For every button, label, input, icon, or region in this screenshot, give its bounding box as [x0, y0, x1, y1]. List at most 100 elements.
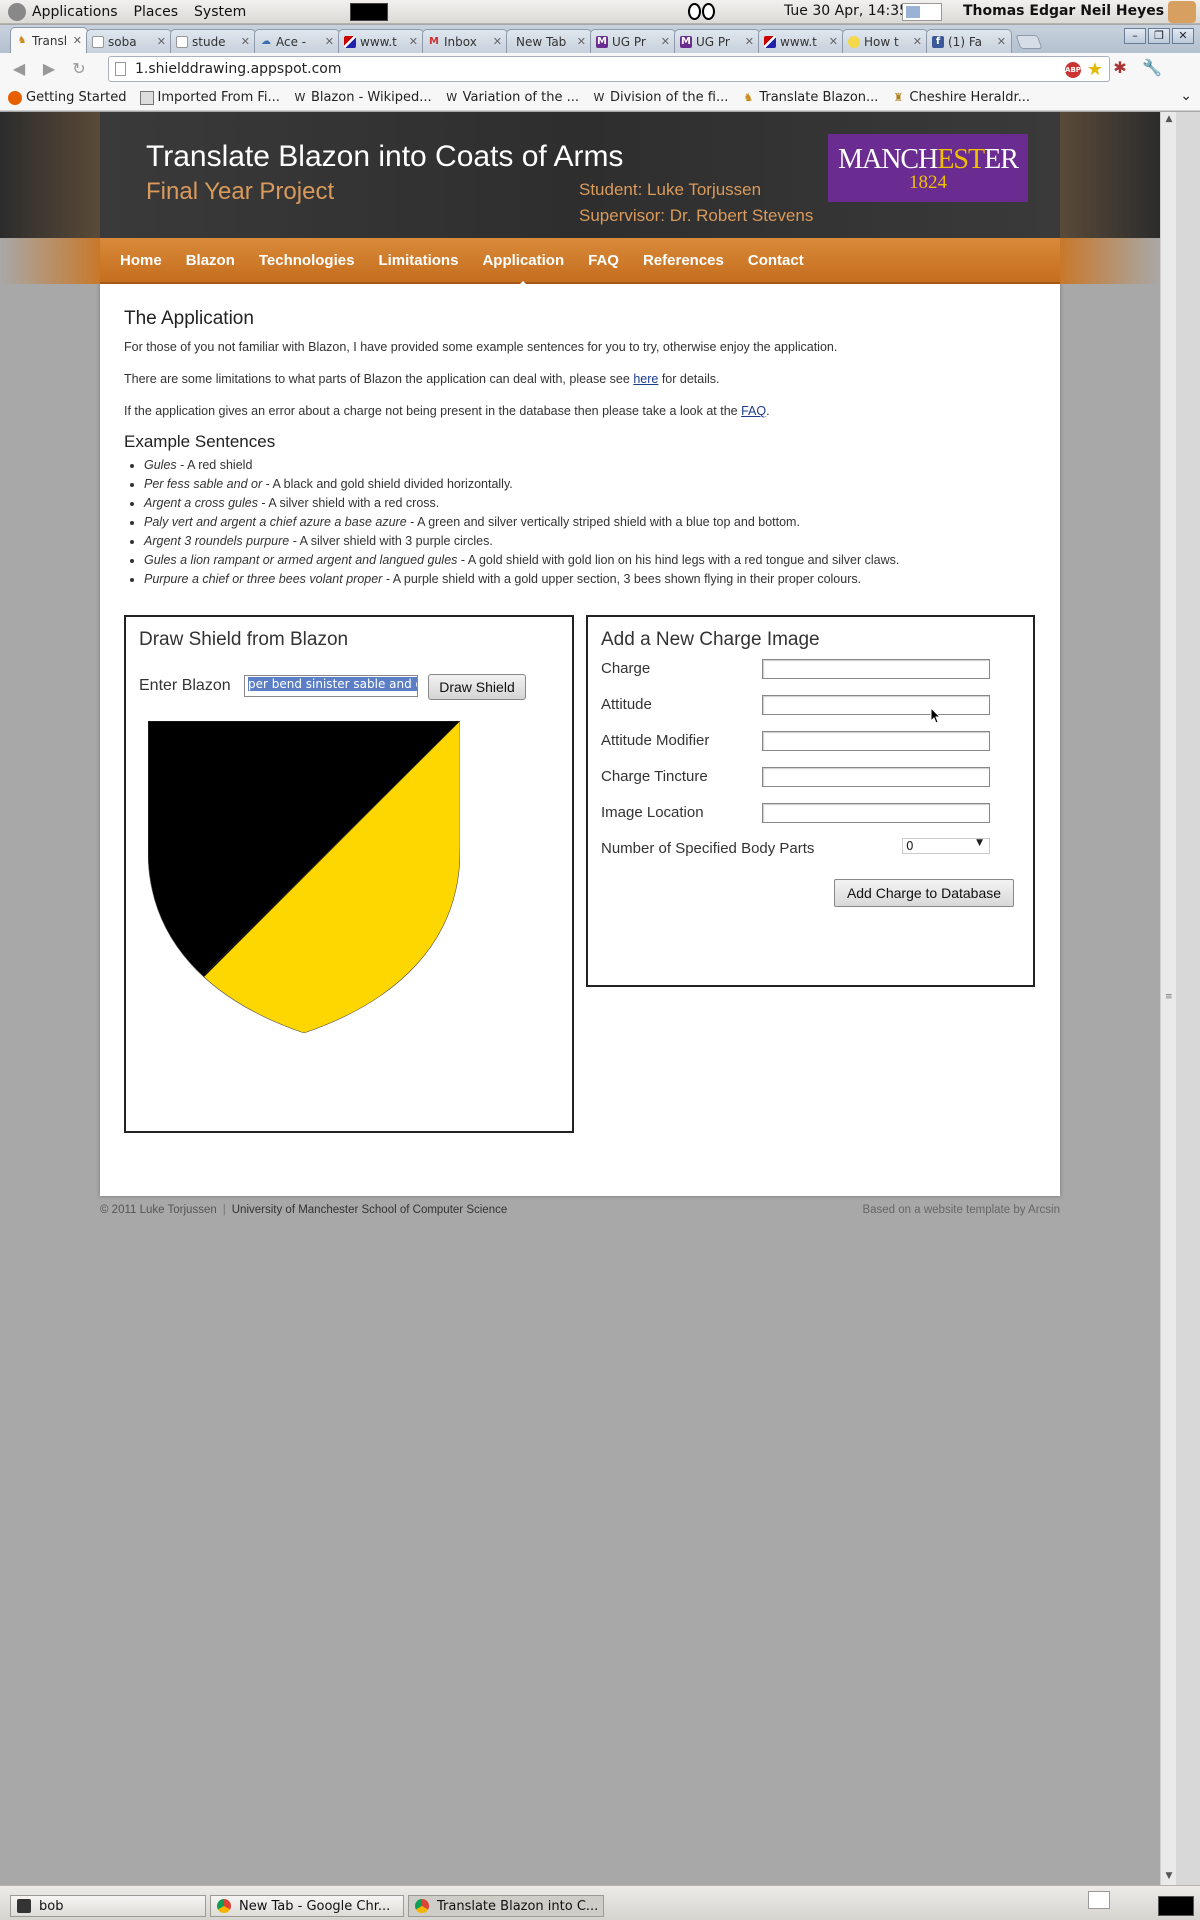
scroll-grip-icon[interactable]: ≡	[1165, 992, 1173, 1002]
trash-icon[interactable]	[1088, 1891, 1110, 1909]
bookmark-variation[interactable]: W Variation of the ...	[445, 90, 579, 105]
nav-blazon[interactable]: Blazon	[186, 252, 235, 269]
image-location-label: Image Location	[601, 804, 704, 821]
workspace-switcher-icon[interactable]	[902, 3, 942, 21]
page-title: The Application	[124, 308, 254, 329]
taskbar-item-translate-blazon[interactable]: Translate Blazon into C...	[408, 1895, 604, 1917]
reload-icon[interactable]: ↻	[68, 58, 90, 80]
close-icon[interactable]: ✕	[325, 35, 334, 48]
vertical-scrollbar[interactable]: ▲ ≡ ▼	[1160, 112, 1176, 1885]
university-link[interactable]: University of Manchester School of Compu…	[232, 1204, 507, 1216]
attitude-field[interactable]	[762, 695, 990, 715]
charge-field[interactable]	[762, 659, 990, 679]
bookmark-division[interactable]: W Division of the fi...	[592, 90, 729, 105]
menu-places[interactable]: Places	[134, 4, 179, 20]
header-glow-left	[0, 112, 100, 238]
user-avatar-icon[interactable]	[1168, 1, 1196, 23]
university-logo: MANCHESTER 1824	[828, 134, 1028, 202]
menu-system[interactable]: System	[194, 4, 246, 20]
bookmark-getting-started[interactable]: Getting Started	[8, 90, 127, 105]
nav-faq[interactable]: FAQ	[588, 252, 619, 269]
charge-tincture-field[interactable]	[762, 767, 990, 787]
tab-ug-pr-2[interactable]: M UG Pr ✕	[674, 29, 760, 53]
close-icon[interactable]: ✕	[73, 34, 82, 47]
nav-contact[interactable]: Contact	[748, 252, 804, 269]
address-bar[interactable]: 1.shielddrawing.appspot.com ABP ★	[108, 56, 1110, 82]
taskbar-item-terminal[interactable]: bob	[10, 1895, 206, 1917]
menu-applications[interactable]: Applications	[32, 4, 118, 20]
bookmarks-overflow-chevron-icon[interactable]: ⌄	[1180, 88, 1192, 104]
maximize-icon[interactable]: ❐	[1148, 28, 1170, 44]
nav-home[interactable]: Home	[120, 252, 162, 269]
close-icon[interactable]: ✕	[241, 35, 250, 48]
dropdown-arrow-icon: ▼	[976, 838, 983, 848]
scroll-down-arrow-icon[interactable]: ▼	[1163, 1871, 1175, 1883]
adblock-icon[interactable]: ABP	[1065, 62, 1081, 78]
tab-www-1[interactable]: www.t ✕	[338, 29, 424, 53]
user-menu[interactable]: Thomas Edgar Neil Heyes	[963, 3, 1164, 19]
close-icon[interactable]: ✕	[829, 35, 838, 48]
close-icon[interactable]: ✕	[745, 35, 754, 48]
tab-new-tab[interactable]: New Tab ✕	[506, 29, 592, 53]
show-desktop-icon[interactable]	[1158, 1896, 1194, 1916]
tab-stude[interactable]: stude ✕	[170, 29, 256, 53]
template-credit[interactable]: Based on a website template by Arcsin	[862, 1204, 1060, 1216]
bookmark-imported[interactable]: Imported From Fi...	[139, 90, 280, 105]
bookmark-blazon-wiki[interactable]: W Blazon - Wikiped...	[293, 90, 431, 105]
url-text: 1.shielddrawing.appspot.com	[135, 61, 342, 77]
close-icon[interactable]: ✕	[577, 35, 586, 48]
faq-link[interactable]: FAQ	[741, 404, 766, 418]
footer-left: © 2011 Luke Torjussen | University of Manc…	[100, 1204, 507, 1216]
draw-shield-button[interactable]: Draw Shield	[428, 674, 526, 700]
scroll-up-arrow-icon[interactable]: ▲	[1163, 114, 1175, 126]
wikipedia-icon: W	[446, 90, 458, 104]
tab-facebook[interactable]: f (1) Fa ✕	[926, 29, 1012, 53]
cloud-favicon-icon: ☁	[261, 35, 271, 47]
main-nav: Home Blazon Technologies Limitations App…	[0, 238, 1160, 287]
extension-icon[interactable]: ✱	[1110, 58, 1130, 78]
blazon-input[interactable]: per bend sinister sable and o	[244, 675, 418, 697]
minimize-icon[interactable]: –	[1124, 28, 1146, 44]
clock[interactable]: Tue 30 Apr, 14:35	[784, 3, 908, 19]
window-border	[1176, 112, 1200, 1885]
limitations-link[interactable]: here	[633, 372, 658, 386]
add-charge-button[interactable]: Add Charge to Database	[834, 879, 1014, 907]
tab-ug-pr-1[interactable]: M UG Pr ✕	[590, 29, 676, 53]
bookmark-translate-blazon[interactable]: ♞ Translate Blazon...	[741, 90, 878, 105]
navigation-toolbar: ◀ ▶ ↻ 1.shielddrawing.appspot.com ABP ★ …	[0, 53, 1200, 85]
attitude-modifier-field[interactable]	[762, 731, 990, 751]
close-icon[interactable]: ✕	[913, 35, 922, 48]
back-icon[interactable]: ◀	[8, 58, 30, 80]
faq-paragraph: If the application gives an error about …	[124, 404, 770, 418]
tab-ace[interactable]: ☁ Ace - ✕	[254, 29, 340, 53]
nav-limitations[interactable]: Limitations	[378, 252, 458, 269]
wrench-icon[interactable]: 🔧	[1142, 58, 1162, 78]
close-icon[interactable]: ✕	[493, 35, 502, 48]
tab-www-2[interactable]: www.t ✕	[758, 29, 844, 53]
body-parts-select[interactable]: 0 ▼	[902, 838, 990, 854]
bookmark-cheshire[interactable]: ♜ Cheshire Heraldr...	[891, 90, 1030, 105]
gnome-foot-icon[interactable]	[8, 2, 26, 21]
bookmark-star-icon[interactable]: ★	[1087, 59, 1103, 80]
firefox-icon	[8, 90, 22, 105]
nav-references[interactable]: References	[643, 252, 724, 269]
tab-translate-blazon[interactable]: ♞ Transl ✕	[10, 27, 88, 53]
tab-inbox[interactable]: M Inbox ✕	[422, 29, 508, 53]
close-window-icon[interactable]: ✕	[1172, 28, 1194, 44]
close-icon[interactable]: ✕	[157, 35, 166, 48]
close-icon[interactable]: ✕	[409, 35, 418, 48]
forward-icon[interactable]: ▶	[38, 58, 60, 80]
list-item: Argent a cross gules - A silver shield w…	[144, 494, 1036, 513]
terminal-applet-icon[interactable]	[350, 3, 388, 21]
list-item: Argent 3 roundels purpure - A silver shi…	[144, 532, 1036, 551]
taskbar-item-new-tab[interactable]: New Tab - Google Chr...	[210, 1895, 404, 1917]
nav-technologies[interactable]: Technologies	[259, 252, 355, 269]
nav-application[interactable]: Application	[482, 252, 564, 287]
new-tab-button[interactable]	[1015, 35, 1043, 49]
attitude-modifier-label: Attitude Modifier	[601, 732, 710, 749]
tab-how[interactable]: How t ✕	[842, 29, 928, 53]
close-icon[interactable]: ✕	[997, 35, 1006, 48]
close-icon[interactable]: ✕	[661, 35, 670, 48]
image-location-field[interactable]	[762, 803, 990, 823]
tab-soba[interactable]: soba ✕	[86, 29, 172, 53]
